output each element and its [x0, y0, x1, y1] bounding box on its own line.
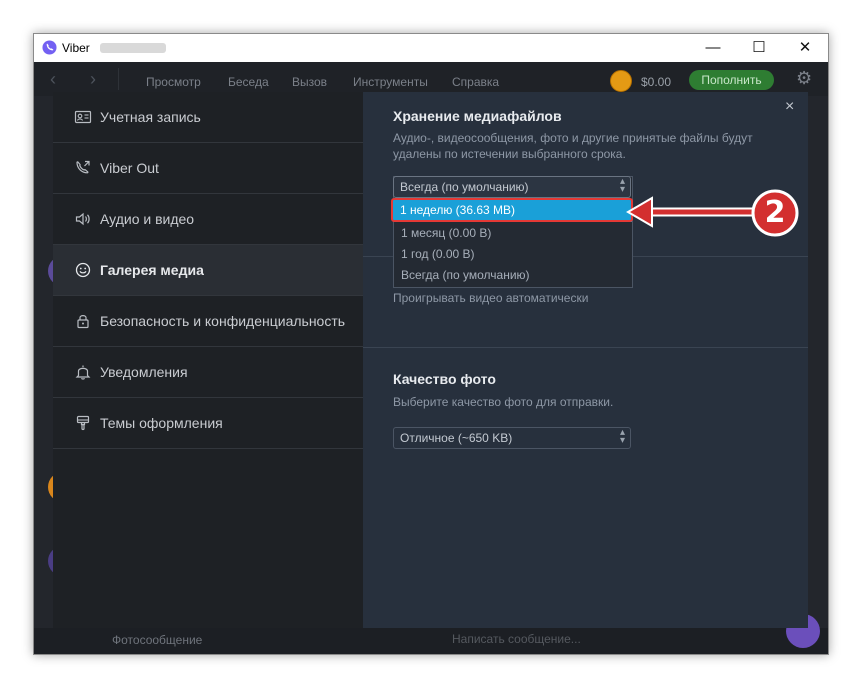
menu-item-tools[interactable]: Инструменты	[353, 75, 428, 89]
sidebar-item-media-gallery[interactable]: Галерея медиа	[53, 245, 363, 296]
title-bar: Viber — ☐ ✕	[34, 34, 828, 62]
topup-button[interactable]: Пополнить	[689, 70, 774, 90]
gear-icon[interactable]: ⚙	[796, 68, 812, 89]
autoplay-checkbox-label[interactable]: Проигрывать видео автоматически	[393, 291, 588, 305]
back-arrow-icon[interactable]: ‹	[50, 69, 56, 90]
menu-bar: ‹ › Просмотр Беседа Вызов Инструменты Сп…	[34, 62, 828, 96]
smiley-icon	[75, 262, 91, 278]
storage-description: Аудио-, видеосообщения, фото и другие пр…	[393, 131, 753, 161]
option-label: Всегда (по умолчанию)	[401, 268, 530, 282]
storage-selected-value: Всегда (по умолчанию)	[400, 180, 529, 194]
viber-logo-icon	[42, 40, 57, 55]
storage-period-select-open[interactable]: Всегда (по умолчанию) ▴ ▾	[393, 176, 631, 198]
menu-separator	[118, 68, 119, 90]
forward-arrow-icon[interactable]: ›	[90, 69, 96, 90]
storage-section-title: Хранение медиафайлов	[393, 108, 562, 124]
brush-icon	[76, 415, 90, 431]
sidebar-item-label: Уведомления	[100, 364, 188, 380]
step-number: 2	[764, 195, 786, 230]
speaker-icon	[75, 212, 90, 226]
menu-item-call[interactable]: Вызов	[292, 75, 327, 89]
photo-quality-description: Выберите качество фото для отправки.	[393, 395, 614, 409]
minimize-button[interactable]: —	[690, 34, 736, 62]
settings-sidebar: Учетная запись Viber Out Аудио и видео Г…	[53, 92, 363, 628]
close-window-button[interactable]: ✕	[782, 34, 828, 62]
phone-out-icon	[76, 160, 90, 174]
menu-item-help[interactable]: Справка	[452, 75, 499, 89]
photo-quality-selected-value: Отличное (~650 KB)	[400, 431, 513, 445]
option-label: 1 месяц (0.00 B)	[401, 226, 492, 240]
select-arrows-icon: ▴▾	[619, 176, 625, 195]
option-label: 1 год (0.00 B)	[401, 247, 475, 261]
maximize-button[interactable]: ☐	[736, 34, 782, 62]
compose-input[interactable]: Написать сообщение...	[452, 632, 581, 646]
settings-content: × Хранение медиафайлов Аудио-, видеосооб…	[363, 92, 808, 628]
photo-quality-select[interactable]: Отличное (~650 KB) ▴ ▾	[393, 427, 631, 449]
lock-icon	[77, 315, 89, 329]
dropdown-option[interactable]: 1 месяц (0.00 B)	[394, 222, 632, 243]
sidebar-item-themes[interactable]: Темы оформления	[53, 398, 363, 449]
chat-bottom-strip: Фотосообщение Написать сообщение...	[34, 614, 828, 654]
photo-message-label: Фотосообщение	[112, 633, 203, 647]
highlighted-option-label: 1 неделю (36.63 MB)	[400, 203, 516, 217]
close-dialog-button[interactable]: ×	[785, 98, 794, 116]
photo-quality-title: Качество фото	[393, 371, 496, 387]
sidebar-item-label: Аудио и видео	[100, 211, 195, 227]
sidebar-item-viber-out[interactable]: Viber Out	[53, 143, 363, 194]
settings-dialog: Учетная запись Viber Out Аудио и видео Г…	[53, 92, 808, 628]
sidebar-item-label: Учетная запись	[100, 109, 201, 125]
sidebar-item-label: Темы оформления	[100, 415, 223, 431]
select-arrows-icon: ▴▾	[619, 427, 625, 446]
highlighted-option-outline[interactable]: 1 неделю (36.63 MB)	[391, 198, 633, 222]
menu-item-conversation[interactable]: Беседа	[228, 75, 269, 89]
dropdown-option[interactable]: 1 год (0.00 B)	[394, 243, 632, 264]
window-title: Viber	[62, 41, 90, 55]
blurred-account-name	[100, 43, 166, 53]
sidebar-item-audio-video[interactable]: Аудио и видео	[53, 194, 363, 245]
sidebar-item-security[interactable]: Безопасность и конфиденциальность	[53, 296, 363, 347]
sidebar-item-label: Viber Out	[100, 160, 159, 176]
menu-item-view[interactable]: Просмотр	[146, 75, 201, 89]
sidebar-item-notifications[interactable]: Уведомления	[53, 347, 363, 398]
account-card-icon	[74, 110, 92, 124]
balance-amount: $0.00	[641, 75, 672, 89]
viber-window: Viber — ☐ ✕ ‹ › Просмотр Беседа Вызов Ин…	[33, 33, 829, 655]
dropdown-option[interactable]: Всегда (по умолчанию)	[394, 264, 632, 285]
sidebar-item-account[interactable]: Учетная запись	[53, 92, 363, 143]
bell-icon	[75, 365, 91, 380]
user-avatar[interactable]	[610, 70, 632, 92]
sidebar-item-label: Галерея медиа	[100, 262, 204, 278]
sidebar-item-label: Безопасность и конфиденциальность	[100, 313, 346, 329]
section-divider	[363, 347, 808, 348]
